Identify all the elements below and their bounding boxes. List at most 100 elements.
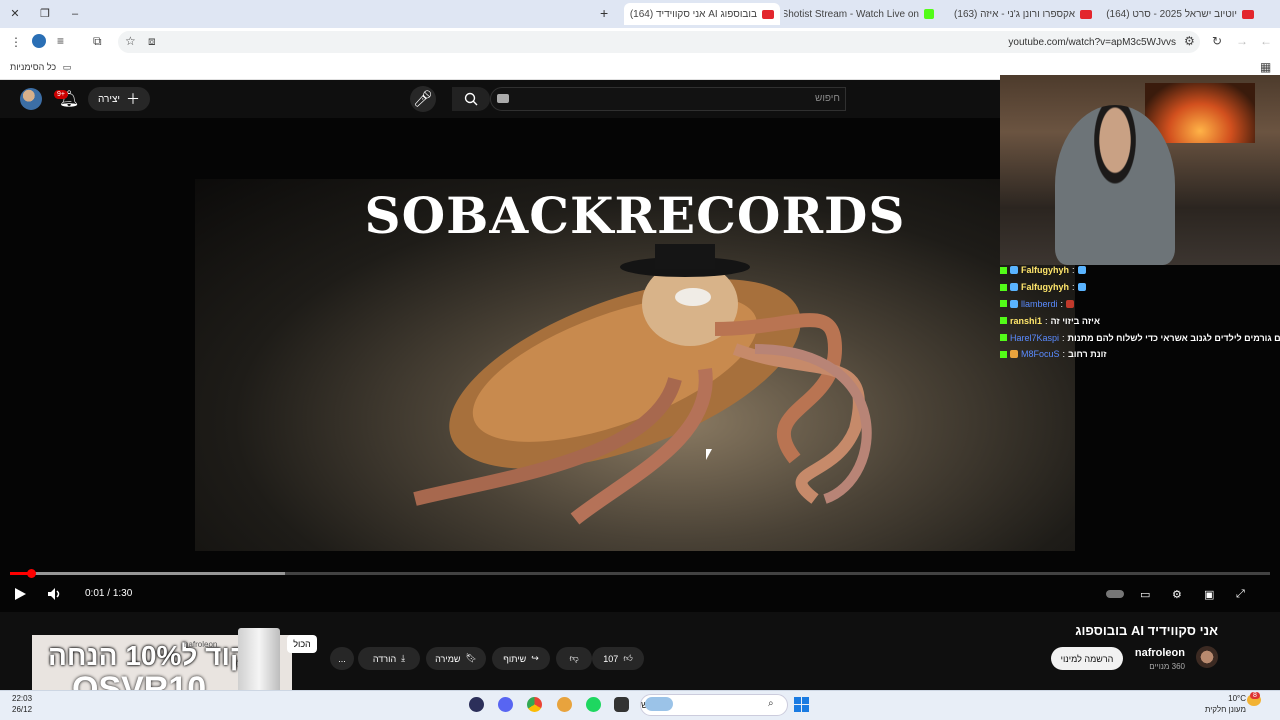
chat-emote-icon	[1077, 283, 1086, 292]
subscribe-button[interactable]: הרשמה למינוי	[1051, 647, 1123, 670]
chat-text: איזה ביזוי זה	[1050, 315, 1100, 326]
settings-gear-icon[interactable]: ⚙	[1172, 584, 1182, 604]
folder-icon: ▭	[62, 62, 72, 72]
screen: ✕ ❐ – + (164) יוטיוב ישראל 2025 - סרט (1…	[0, 0, 1280, 720]
chat-emote-icon	[1010, 283, 1018, 292]
chat-username: M8FocuS	[1021, 349, 1060, 360]
chat-emote-icon	[1077, 266, 1086, 275]
chrome-icon[interactable]	[527, 697, 542, 712]
search-input[interactable]	[490, 87, 846, 111]
download-icon: ⤓	[401, 653, 406, 663]
forward-icon[interactable]: →	[1236, 34, 1248, 48]
all-bookmarks-link[interactable]: כל הסימניות ▭	[10, 62, 71, 73]
restore-window-icon[interactable]: ❐	[36, 5, 54, 23]
playlist-icon[interactable]: ≡	[57, 34, 64, 48]
close-window-icon[interactable]: ✕	[6, 5, 24, 23]
volume-button[interactable]	[47, 584, 63, 604]
extensions-icon[interactable]: ⧉	[93, 34, 102, 49]
more-actions-button[interactable]: ...	[330, 647, 354, 670]
create-button[interactable]: יצירה ＋	[88, 87, 151, 111]
chat-username: Falfugyhyh	[1021, 282, 1070, 293]
volume-icon	[48, 588, 60, 600]
minimize-window-icon[interactable]: –	[66, 5, 84, 23]
reload-icon[interactable]: ↻	[1212, 34, 1222, 48]
tab-2[interactable]: (163) אקספרו ורונן ג'ני - איזה	[942, 3, 1098, 25]
voice-search-mic-icon[interactable]: 🎤︎	[410, 86, 436, 112]
tab-label: (164) אני סקווידיד AI בובוספוג	[629, 8, 757, 20]
chat-message: Falfugyhyh :	[1000, 279, 1280, 296]
like-count: 107	[603, 653, 619, 664]
bookmark-star-icon[interactable]: ☆	[125, 34, 136, 48]
discord-icon[interactable]	[498, 697, 513, 712]
taskbar-search-icon: ⌕	[768, 698, 774, 709]
chat-message: llamberdi :	[1000, 296, 1280, 313]
share-icon: ↪	[531, 653, 539, 663]
tab-1[interactable]: (164) יוטיוב ישראל 2025 - סרט	[1100, 3, 1260, 25]
miniplayer-icon[interactable]: ▣	[1204, 584, 1214, 604]
chat-username: Harel7Kaspi	[1010, 332, 1060, 343]
profile-icon[interactable]	[32, 34, 46, 48]
apps-grid-icon[interactable]: ▦	[1260, 60, 1271, 74]
kick-badge-icon	[1000, 317, 1007, 325]
subtitles-icon[interactable]: ▭	[1140, 584, 1150, 604]
tab-label: (164) יוטיוב ישראל 2025 - סרט	[1106, 8, 1237, 20]
search-button[interactable]	[452, 87, 490, 111]
menu-icon[interactable]: ⋮	[10, 35, 22, 49]
chat-username: llamberdi	[1021, 298, 1058, 309]
chat-colon: :	[1060, 298, 1064, 309]
all-bookmarks-label: כל הסימניות	[10, 62, 57, 72]
bookmark-icon: 🔖︎	[465, 653, 477, 663]
back-icon[interactable]: ←	[1260, 34, 1272, 48]
chat-colon: :	[1072, 282, 1075, 293]
fullscreen-icon[interactable]: ⤢	[1236, 584, 1245, 604]
play-icon	[15, 588, 26, 600]
stream-chat: Falfugyhyh : Falfugyhyh : llamberdi : ra…	[1000, 262, 1280, 363]
cast-icon[interactable]: ⧈	[148, 34, 156, 49]
channel-avatar[interactable]	[1196, 646, 1218, 668]
chat-text: הם גורמים לילדים לגנוב אשראי כדי לשלוח ל…	[1067, 332, 1280, 343]
clock-time: 22:03	[12, 694, 33, 703]
download-button[interactable]: ⤓ הורדה	[358, 647, 420, 670]
file-manager-icon[interactable]	[614, 697, 629, 712]
tab-3[interactable]: Shotist Stream - Watch Live on	[784, 3, 940, 25]
site-settings-icon[interactable]: ⚙	[1184, 34, 1195, 48]
chat-message: M8FocuS : זונת רחוב	[1000, 346, 1280, 363]
youtube-icon	[1242, 9, 1254, 19]
chat-message: ranshi1 : איזה ביזוי זה	[1000, 312, 1280, 329]
weather-temp: 10°C	[1228, 694, 1246, 703]
autoplay-toggle[interactable]	[1106, 584, 1124, 604]
youtube-icon	[1080, 9, 1092, 19]
clock[interactable]: 22:03 26/12	[12, 693, 32, 715]
kick-badge-icon	[1000, 350, 1007, 358]
chat-username: Falfugyhyh	[1021, 265, 1070, 276]
total-time: 1:30	[112, 588, 133, 599]
more-icon: ...	[338, 653, 346, 664]
progress-bar[interactable]	[10, 572, 1270, 575]
streamer-webcam	[1000, 75, 1280, 265]
keyboard-icon[interactable]	[497, 94, 509, 103]
subscriber-count: 360 מנויים	[1149, 662, 1185, 671]
tab-4-active[interactable]: (164) אני סקווידיד AI בובוספוג	[624, 3, 780, 25]
current-time: 0:01	[85, 588, 105, 599]
weather-widget[interactable]: 10°C מעונן חלקית	[1205, 693, 1246, 715]
new-tab-icon[interactable]: +	[600, 5, 608, 21]
tab-label: (163) אקספרו ורונן ג'ני - איזה	[954, 8, 1075, 20]
channel-name[interactable]: nafroleon	[1135, 647, 1185, 659]
taskbar-widget-image	[645, 697, 673, 711]
all-filter-chip[interactable]: הכול	[287, 635, 317, 653]
url-text[interactable]: youtube.com/watch?v=apM3c5WJvvs	[1008, 37, 1176, 48]
windows-start-icon[interactable]	[794, 697, 809, 712]
avatar[interactable]	[20, 88, 42, 110]
app-icon[interactable]	[557, 697, 572, 712]
steam-icon[interactable]	[469, 697, 484, 712]
like-button[interactable]: 107 👍︎	[592, 647, 644, 670]
dislike-button[interactable]: 👎︎	[556, 647, 592, 670]
save-button[interactable]: 🔖︎ שמירה	[426, 647, 486, 670]
play-button[interactable]	[13, 584, 27, 604]
chat-colon: :	[1072, 265, 1075, 276]
ad-headline: קוד ל10% הנחה	[48, 640, 249, 671]
share-button[interactable]: ↪ שיתוף	[492, 647, 550, 670]
spotify-icon[interactable]	[586, 697, 601, 712]
weather-text: מעונן חלקית	[1204, 705, 1246, 714]
chat-text: זונת רחוב	[1068, 349, 1107, 360]
